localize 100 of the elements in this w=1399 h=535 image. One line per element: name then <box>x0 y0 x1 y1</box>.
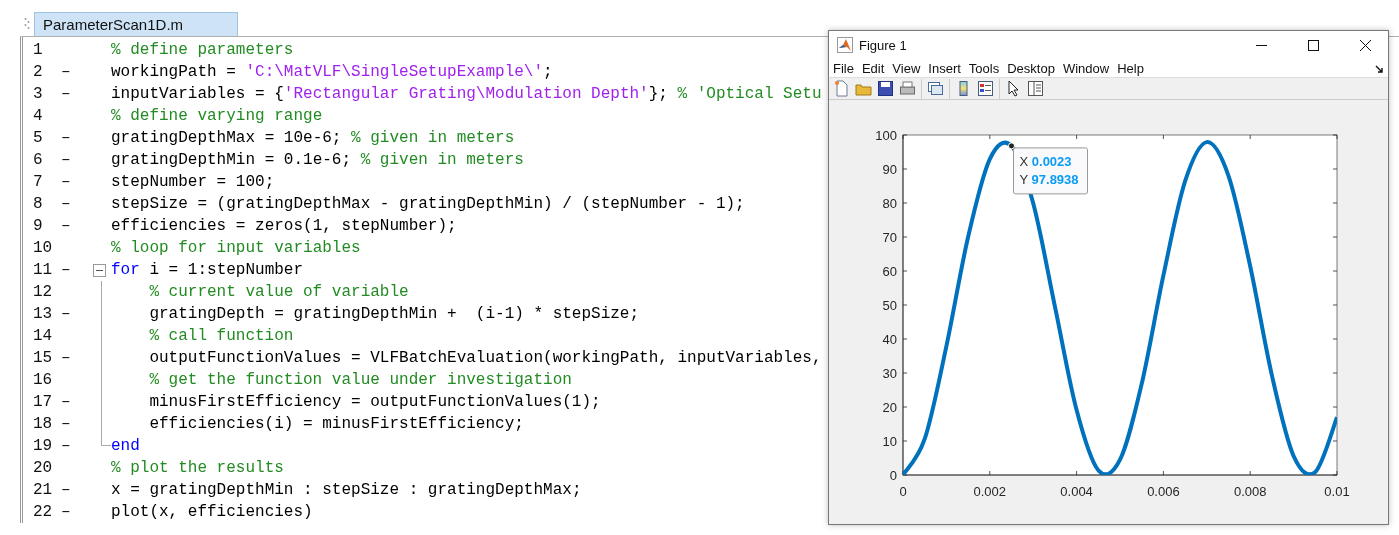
y-tick-label: 30 <box>882 365 897 381</box>
line-number: 4 <box>32 107 44 125</box>
line-number: 3 <box>32 85 44 103</box>
line-number: 6 <box>32 151 44 169</box>
code-line: efficiencies(i) = minusFirstEfficiency; <box>149 415 524 433</box>
menu-item[interactable]: Tools <box>968 60 1000 76</box>
breakpoint-dash[interactable]: – <box>61 481 93 499</box>
maximize-icon <box>1307 39 1319 51</box>
breakpoint-dash[interactable]: – <box>61 437 93 455</box>
dock-arrow-icon[interactable] <box>1375 65 1384 74</box>
menu-item[interactable]: Desktop <box>1007 60 1055 76</box>
line-number: 9 <box>32 217 44 235</box>
y-tick-label: 20 <box>882 399 897 415</box>
code-line: % plot the results <box>111 459 284 477</box>
breakpoint-dash[interactable]: – <box>61 261 93 279</box>
code-line: % loop for input variables <box>111 239 361 257</box>
code-line: x = gratingDepthMin : stepSize : gratingDepthMax; <box>111 481 582 499</box>
y-tick-label: 10 <box>882 433 897 449</box>
code-line: gratingDepthMin = 0.1e-6; % given in meters <box>111 151 524 169</box>
breakpoint-dash[interactable]: – <box>61 63 93 81</box>
line-number: 19 <box>32 437 54 455</box>
legend-icon[interactable] <box>977 80 994 98</box>
printer-icon[interactable] <box>899 80 916 98</box>
y-tick-label: 70 <box>882 229 897 245</box>
y-tick-label: 100 <box>875 127 897 143</box>
x-tick-label: 0 <box>899 484 907 499</box>
code-line: workingPath = 'C:\MatVLF\SingleSetupExample\'; <box>111 63 553 81</box>
x-tick-label: 0.008 <box>1233 484 1267 499</box>
breakpoint-dash[interactable]: – <box>61 415 93 433</box>
y-tick-label: 60 <box>882 263 897 279</box>
editor-tab[interactable]: ParameterScan1D.m <box>34 12 238 36</box>
line-number: 5 <box>32 129 44 147</box>
code-line: gratingDepthMax = 10e-6; % given in meters <box>111 129 515 147</box>
datatip-x-text: X 0.0023 <box>1019 153 1072 169</box>
code-line: % call function <box>149 327 294 345</box>
line-number: 13 <box>32 305 54 323</box>
code-line: % define varying range <box>111 107 323 125</box>
menu-item[interactable]: File <box>833 60 854 76</box>
menu-item[interactable]: Edit <box>861 60 885 76</box>
breakpoint-dash[interactable]: – <box>61 305 93 323</box>
line-number: 2 <box>32 63 44 81</box>
breakpoint-dash[interactable]: – <box>61 85 93 103</box>
menu-item[interactable]: View <box>892 60 921 76</box>
y-tick-label: 0 <box>889 467 897 483</box>
code-line: % get the function value under investigation <box>149 371 572 389</box>
line-number: 7 <box>32 173 44 191</box>
breakpoint-dash[interactable]: – <box>61 217 93 235</box>
data-point-marker[interactable] <box>1008 142 1015 150</box>
code-line: gratingDepth = gratingDepthMin + (i-1) * stepSize; <box>149 305 640 323</box>
save-icon[interactable] <box>877 80 894 98</box>
code-line: stepSize = (gratingDepthMax - gratingDepthMin) / (stepNumber - 1); <box>111 195 745 213</box>
window-title: Figure 1 <box>859 37 908 53</box>
datatip-y-text: Y 97.8938 <box>1019 171 1079 187</box>
y-tick-label: 80 <box>882 195 897 211</box>
y-tick-label: 40 <box>882 331 897 347</box>
menu-item[interactable]: Help <box>1117 60 1144 76</box>
code-line: inputVariables = {'Rectangular Grating\Modulation Depth'}; % 'Optical Setu <box>111 85 822 103</box>
line-number: 21 <box>32 481 54 499</box>
code-line: outputFunctionValues = VLFBatchEvaluation(workingPath, inputVariables, <box>149 349 822 367</box>
breakpoint-dash[interactable]: – <box>61 195 93 213</box>
breakpoint-dash[interactable]: – <box>61 349 93 367</box>
linked-windows-icon[interactable] <box>927 80 944 98</box>
breakpoint-dash[interactable]: – <box>61 151 93 169</box>
line-number: 1 <box>32 41 44 59</box>
line-number: 8 <box>32 195 44 213</box>
code-line: for i = 1:stepNumber <box>111 261 304 279</box>
x-tick-label: 0.002 <box>973 484 1007 499</box>
line-number: 14 <box>32 327 54 345</box>
x-tick-label: 0.004 <box>1060 484 1093 499</box>
code-line: end <box>111 437 140 455</box>
property-panel-icon[interactable] <box>1027 80 1044 98</box>
code-line: plot(x, efficiencies) <box>111 503 313 521</box>
code-line: % define parameters <box>111 41 294 59</box>
y-tick-label: 90 <box>882 161 897 177</box>
close-icon <box>1359 39 1371 51</box>
code-line: efficiencies = zeros(1, stepNumber); <box>111 217 457 235</box>
menu-item[interactable]: Window <box>1062 60 1110 76</box>
y-tick-label: 50 <box>882 297 897 313</box>
code-line: % current value of variable <box>149 283 409 301</box>
line-number: 16 <box>32 371 54 389</box>
x-tick-label: 0.006 <box>1147 484 1180 499</box>
line-number: 10 <box>32 239 54 257</box>
breakpoint-dash[interactable]: – <box>61 393 93 411</box>
breakpoint-dash[interactable]: – <box>61 129 93 147</box>
line-number: 22 <box>32 503 54 521</box>
drag-handle-icon[interactable] <box>24 17 30 31</box>
menu-item[interactable]: Insert <box>928 60 961 76</box>
new-file-icon[interactable] <box>833 80 850 98</box>
code-line: stepNumber = 100; <box>111 173 275 191</box>
code-line: minusFirstEfficiency = outputFunctionValues(1); <box>149 393 601 411</box>
breakpoint-dash[interactable]: – <box>61 173 93 191</box>
app-logo-icon <box>837 37 853 53</box>
x-tick-label: 0.01 <box>1324 484 1350 499</box>
line-number: 20 <box>32 459 54 477</box>
line-number: 15 <box>32 349 54 367</box>
breakpoint-dash[interactable]: – <box>61 503 93 521</box>
line-number: 11 <box>32 261 54 279</box>
line-number: 12 <box>32 283 54 301</box>
collapse-icon[interactable] <box>93 263 106 277</box>
line-number: 17 <box>32 393 54 411</box>
